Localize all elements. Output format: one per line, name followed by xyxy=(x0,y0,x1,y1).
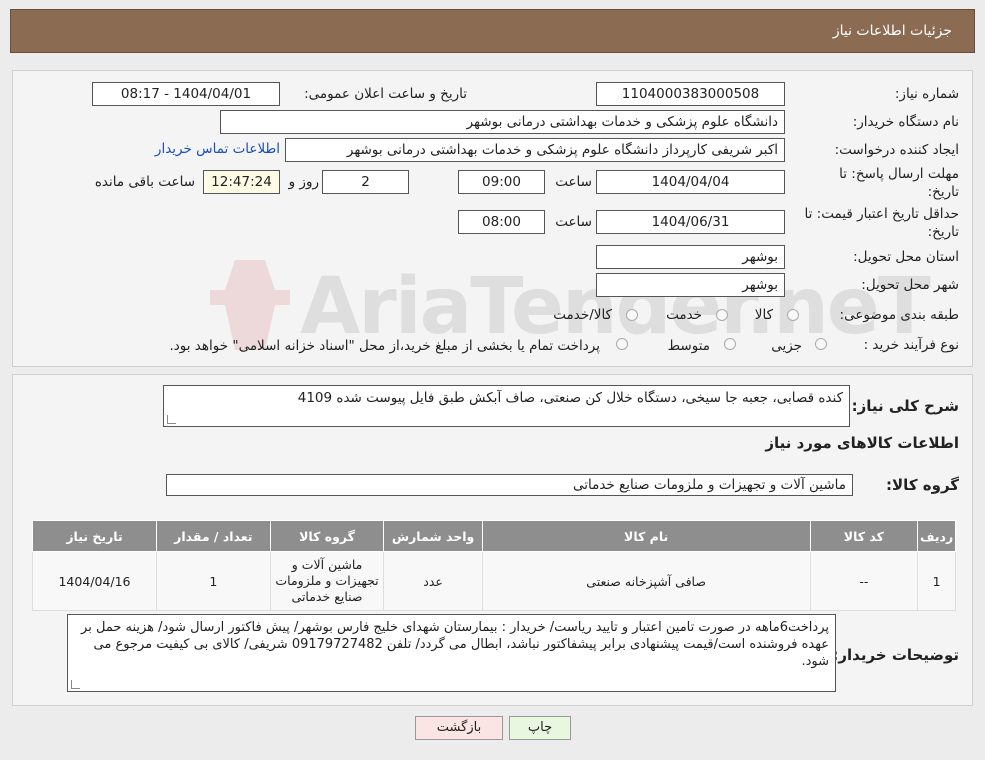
buyer-contact-link[interactable]: اطلاعات تماس خریدار xyxy=(155,141,280,157)
purchase-type-label: نوع فرآیند خرید : xyxy=(863,337,959,353)
col-unit: واحد شمارش xyxy=(383,520,483,552)
purchase-medium-radio[interactable] xyxy=(724,338,736,350)
province-field: بوشهر xyxy=(596,245,785,269)
goods-group-label: گروه کالا: xyxy=(886,476,959,494)
col-goods-name: نام کالا xyxy=(481,520,811,552)
buyer-notes-field: پرداخت6ماهه در صورت تامین اعتبار و تایید… xyxy=(67,614,836,692)
page-header: جزئیات اطلاعات نیاز xyxy=(10,9,975,53)
creator-field: اکبر شریفی کارپرداز دانشگاه علوم پزشکی و… xyxy=(285,138,785,162)
remaining-time-label: ساعت باقی مانده xyxy=(94,174,195,190)
resize-handle-icon[interactable] xyxy=(71,680,80,689)
validity-label-2: تاریخ: xyxy=(927,224,959,240)
city-label: شهر محل تحویل: xyxy=(861,277,959,293)
send-date-field: 1404/04/04 xyxy=(596,170,785,194)
cell-quantity: 1 xyxy=(155,551,271,611)
category-label: طبقه بندی موضوعی: xyxy=(839,307,959,323)
cell-row-number: 1 xyxy=(917,551,956,611)
category-goods-radio[interactable] xyxy=(787,309,799,321)
validity-date-field: 1404/06/31 xyxy=(596,210,785,234)
purchase-note-text: پرداخت تمام یا بخشی از مبلغ خرید،از محل … xyxy=(169,338,600,354)
cell-need-date: 1404/04/16 xyxy=(32,551,157,611)
days-label: روز و xyxy=(288,174,319,190)
cell-goods-group: ماشین آلات و تجهیزات و ملزومات صنایع خدم… xyxy=(269,551,385,611)
cell-goods-name: صافی آشپزخانه صنعتی xyxy=(481,551,811,611)
purchase-minor-label: جزیی xyxy=(771,338,802,354)
days-remaining-field: 2 xyxy=(322,170,409,194)
cell-unit: عدد xyxy=(383,551,483,611)
send-deadline-label-2: تاریخ: xyxy=(927,184,959,200)
buyer-notes-label: توضیحات خریدار: xyxy=(832,646,959,664)
col-goods-code: کد کالا xyxy=(809,520,919,552)
category-goods-label: کالا xyxy=(754,307,773,323)
send-deadline-label: مهلت ارسال پاسخ: تا xyxy=(839,166,959,182)
need-description-text: کنده قصابی، جعبه جا سیخی، دستگاه خلال کن… xyxy=(297,390,843,406)
goods-info-title: اطلاعات کالاهای مورد نیاز xyxy=(765,434,959,452)
col-quantity: تعداد / مقدار xyxy=(155,520,271,552)
col-need-date: تاریخ نیاز xyxy=(32,520,157,552)
announce-label: تاریخ و ساعت اعلان عمومی: xyxy=(304,86,467,102)
col-goods-group: گروه کالا xyxy=(269,520,385,552)
category-service-label: خدمت xyxy=(666,307,702,323)
resize-handle-icon[interactable] xyxy=(167,415,176,424)
category-both-label: کالا/خدمت xyxy=(553,307,612,323)
need-number-label: شماره نیاز: xyxy=(894,86,959,102)
announce-datetime-field: 1404/04/01 - 08:17 xyxy=(92,82,280,106)
validity-time-label: ساعت xyxy=(555,214,592,230)
purchase-medium-label: متوسط xyxy=(667,338,710,354)
goods-table: ردیف کد کالا نام کالا واحد شمارش گروه کا… xyxy=(32,520,956,611)
buyer-org-field: دانشگاه علوم پزشکی و خدمات بهداشتی درمان… xyxy=(220,110,785,134)
province-label: استان محل تحویل: xyxy=(853,249,959,265)
page-title: جزئیات اطلاعات نیاز xyxy=(832,23,952,39)
need-description-field: کنده قصابی، جعبه جا سیخی، دستگاه خلال کن… xyxy=(163,385,850,427)
validity-label: حداقل تاریخ اعتبار قیمت: تا xyxy=(804,206,959,222)
buyer-org-label: نام دستگاه خریدار: xyxy=(852,114,959,130)
purchase-minor-radio[interactable] xyxy=(815,338,827,350)
print-button[interactable]: چاپ xyxy=(509,716,571,740)
remaining-time-field: 12:47:24 xyxy=(203,170,280,194)
table-row: 1 -- صافی آشپزخانه صنعتی عدد ماشین آلات … xyxy=(32,551,956,611)
table-header-row: ردیف کد کالا نام کالا واحد شمارش گروه کا… xyxy=(32,520,956,552)
goods-group-field: ماشین آلات و تجهیزات و ملزومات صنایع خدم… xyxy=(166,474,853,496)
need-number-field: 1104000383000508 xyxy=(596,82,785,106)
send-time-field: 09:00 xyxy=(458,170,545,194)
purchase-note-checkbox[interactable] xyxy=(616,338,628,350)
city-field: بوشهر xyxy=(596,273,785,297)
send-time-label: ساعت xyxy=(555,174,592,190)
back-button[interactable]: بازگشت xyxy=(415,716,503,740)
need-description-label: شرح کلی نیاز: xyxy=(851,397,959,415)
validity-time-field: 08:00 xyxy=(458,210,545,234)
cell-goods-code: -- xyxy=(809,551,919,611)
creator-label: ایجاد کننده درخواست: xyxy=(834,142,959,158)
buyer-notes-text: پرداخت6ماهه در صورت تامین اعتبار و تایید… xyxy=(81,620,829,669)
category-both-radio[interactable] xyxy=(626,309,638,321)
col-row-number: ردیف xyxy=(917,520,956,552)
category-service-radio[interactable] xyxy=(716,309,728,321)
